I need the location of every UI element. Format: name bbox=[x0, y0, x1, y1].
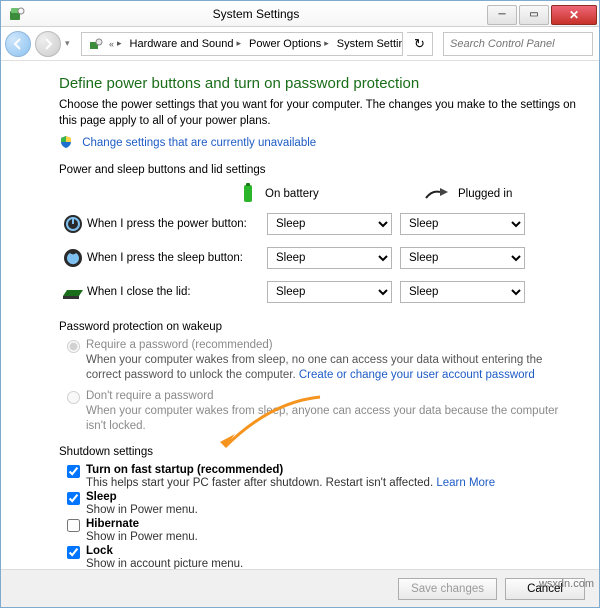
search-box[interactable]: 🔍 bbox=[443, 32, 593, 56]
crumb-power[interactable]: Power Options▸ bbox=[245, 38, 333, 50]
power-button-icon bbox=[59, 213, 87, 235]
plug-icon bbox=[424, 184, 450, 205]
save-changes-button[interactable]: Save changes bbox=[398, 578, 497, 600]
hibernate-checkbox[interactable] bbox=[67, 519, 80, 532]
control-panel-icon bbox=[88, 36, 104, 52]
maximize-button[interactable]: ▭ bbox=[519, 5, 549, 25]
require-password-radio bbox=[67, 340, 80, 353]
sleep-battery-select[interactable]: Sleep bbox=[267, 247, 392, 269]
sleep-plugged-select[interactable]: Sleep bbox=[400, 247, 525, 269]
sleep-title: Sleep bbox=[86, 491, 198, 503]
row-sleep-label: When I press the sleep button: bbox=[87, 252, 267, 264]
crumb-hardware[interactable]: Hardware and Sound▸ bbox=[126, 38, 246, 50]
sleep-desc: Show in Power menu. bbox=[86, 504, 198, 516]
change-settings-link[interactable]: Change settings that are currently unava… bbox=[82, 137, 316, 149]
page-intro: Choose the power settings that you want … bbox=[59, 98, 579, 129]
col-battery-label: On battery bbox=[265, 188, 319, 200]
fast-startup-desc: This helps start your PC faster after sh… bbox=[86, 477, 495, 489]
sleep-checkbox[interactable] bbox=[67, 492, 80, 505]
crumb-system[interactable]: System Settings bbox=[333, 38, 403, 50]
page-heading: Define power buttons and turn on passwor… bbox=[59, 75, 579, 92]
crumb-root[interactable]: «▸ bbox=[84, 36, 126, 52]
nav-history-dropdown[interactable]: ▾ bbox=[65, 38, 77, 49]
power-battery-select[interactable]: Sleep bbox=[267, 213, 392, 235]
hibernate-desc: Show in Power menu. bbox=[86, 531, 198, 543]
breadcrumb: «▸ Hardware and Sound▸ Power Options▸ Sy… bbox=[81, 32, 403, 56]
learn-more-link[interactable]: Learn More bbox=[436, 477, 495, 489]
require-password-desc: When your computer wakes from sleep, no … bbox=[86, 353, 579, 383]
lid-icon bbox=[59, 282, 87, 302]
nav-forward-button[interactable] bbox=[35, 31, 61, 57]
row-power-label: When I press the power button: bbox=[87, 218, 267, 230]
watermark: wsxdn.com bbox=[539, 578, 594, 590]
lock-title: Lock bbox=[86, 545, 243, 557]
sleep-button-icon bbox=[59, 247, 87, 269]
fast-startup-checkbox[interactable] bbox=[67, 465, 80, 478]
uac-shield-icon bbox=[59, 135, 75, 151]
battery-icon bbox=[239, 182, 257, 207]
fast-startup-title: Turn on fast startup (recommended) bbox=[86, 464, 495, 476]
section-password-label: Password protection on wakeup bbox=[59, 321, 579, 333]
lid-plugged-select[interactable]: Sleep bbox=[400, 281, 525, 303]
section-buttons-label: Power and sleep buttons and lid settings bbox=[59, 164, 579, 176]
nav-back-button[interactable] bbox=[5, 31, 31, 57]
require-password-title: Require a password (recommended) bbox=[86, 339, 579, 351]
refresh-button[interactable]: ↻ bbox=[407, 32, 433, 56]
no-password-title: Don't require a password bbox=[86, 390, 579, 402]
close-button[interactable]: ✕ bbox=[551, 5, 597, 25]
no-password-desc: When your computer wakes from sleep, any… bbox=[86, 404, 579, 434]
lock-checkbox[interactable] bbox=[67, 546, 80, 559]
power-plugged-select[interactable]: Sleep bbox=[400, 213, 525, 235]
no-password-radio bbox=[67, 391, 80, 404]
lock-desc: Show in account picture menu. bbox=[86, 558, 243, 569]
col-plugged-label: Plugged in bbox=[458, 188, 512, 200]
window-title: System Settings bbox=[25, 7, 487, 21]
section-shutdown-label: Shutdown settings bbox=[59, 446, 579, 458]
create-password-link[interactable]: Create or change your user account passw… bbox=[299, 369, 535, 381]
minimize-button[interactable]: ─ bbox=[487, 5, 517, 25]
search-input[interactable] bbox=[448, 37, 595, 51]
row-lid-label: When I close the lid: bbox=[87, 286, 267, 298]
lid-battery-select[interactable]: Sleep bbox=[267, 281, 392, 303]
app-icon bbox=[9, 6, 25, 22]
hibernate-title: Hibernate bbox=[86, 518, 198, 530]
